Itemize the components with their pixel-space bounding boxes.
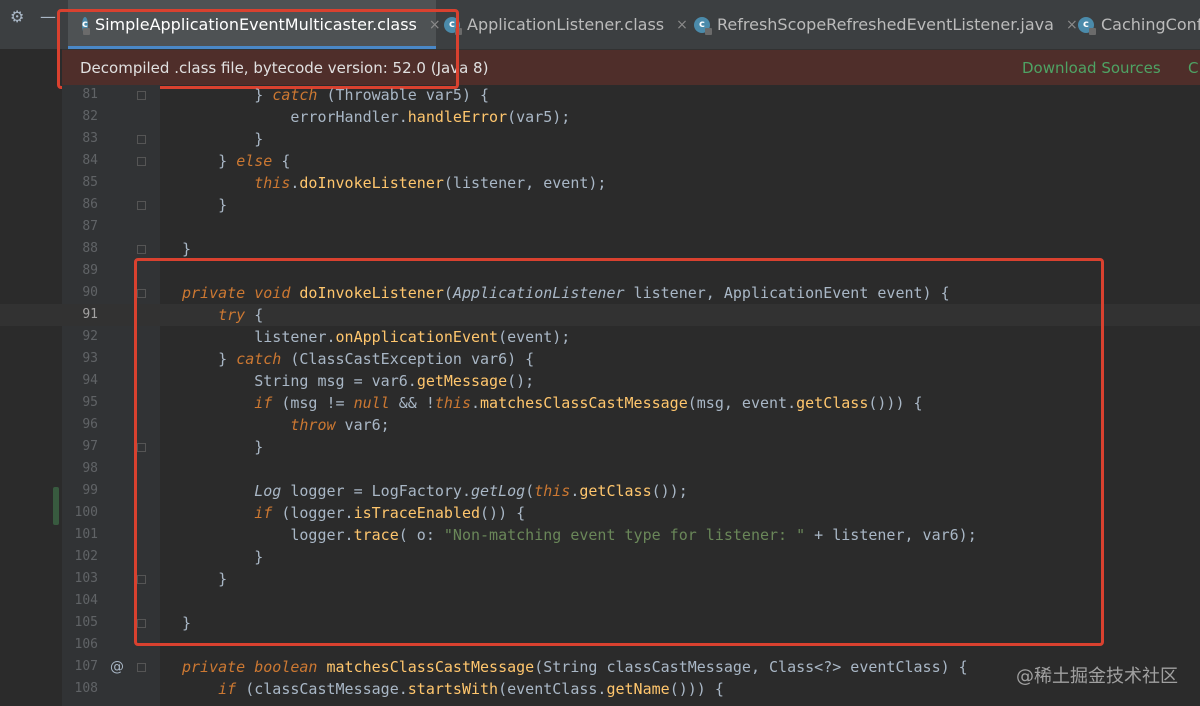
method-highlight-annotation [134,258,1104,646]
code-text: } else { [182,152,291,170]
line-number: 92 [82,329,98,344]
line-number: 98 [82,461,98,476]
download-sources-link[interactable]: Download Sources [1022,59,1161,77]
line-number: 86 [82,197,98,212]
line-number: 108 [74,681,98,696]
line-number: 91 [82,307,98,322]
minus-icon[interactable]: — [40,9,56,25]
line-number: 101 [74,527,98,542]
code-text: } [182,240,192,258]
line-number: 99 [82,483,98,498]
line-number: 83 [82,131,98,146]
override-marker-icon[interactable]: @ [110,659,124,675]
code-line[interactable]: 87 [0,216,1200,238]
code-text: this.doInvokeListener(listener, event); [254,174,607,192]
line-number: 88 [82,241,98,256]
line-number: 105 [74,615,98,630]
fold-marker-icon[interactable] [137,157,146,166]
close-icon[interactable]: × [1066,17,1078,33]
fold-marker-icon[interactable] [137,201,146,210]
line-number: 90 [82,285,98,300]
line-number: 102 [74,549,98,564]
code-text: } [182,196,228,214]
tab-label: CachingConf [1101,15,1200,34]
tab-label: RefreshScopeRefreshedEventListener.java [717,15,1054,34]
line-number: 97 [82,439,98,454]
choose-sources-link[interactable]: C [1188,59,1198,77]
editor-toolbar: ⚙ — [0,0,62,49]
code-line[interactable]: 88} [0,238,1200,260]
tab-application-listener[interactable]: c ApplicationListener.class × [444,0,688,49]
tab-highlight-annotation [57,9,459,89]
line-number: 103 [74,571,98,586]
code-text: } [182,130,264,148]
code-text: errorHandler.handleError(var5); [182,108,571,126]
tab-label: ApplicationListener.class [467,15,665,34]
fold-marker-icon[interactable] [137,663,146,672]
line-number: 96 [82,417,98,432]
fold-marker-icon[interactable] [137,245,146,254]
fold-marker-icon[interactable] [137,619,146,628]
line-number: 85 [82,175,98,190]
line-number: 95 [82,395,98,410]
gear-icon[interactable]: ⚙ [10,9,24,25]
code-text: } catch (Throwable var5) { [182,86,490,104]
code-line[interactable]: 86 } [0,194,1200,216]
fold-marker-icon[interactable] [137,135,146,144]
line-number: 107 [74,659,98,674]
code-line[interactable]: 85 this.doInvokeListener(listener, event… [0,172,1200,194]
code-line[interactable]: 81 } catch (Throwable var5) { [0,85,1200,106]
line-number: 94 [82,373,98,388]
watermark: @稀土掘金技术社区 [1016,666,1178,687]
line-number: 104 [74,593,98,608]
code-line[interactable]: 82 errorHandler.handleError(var5); [0,106,1200,128]
class-file-icon: c [1078,16,1096,35]
class-file-icon: c [694,16,712,35]
line-number: 84 [82,153,98,168]
line-number: 100 [74,505,98,520]
code-line[interactable]: 84 } else { [0,150,1200,172]
code-line[interactable]: 83 } [0,128,1200,150]
vcs-change-marker [53,487,59,525]
tab-refresh-scope-listener[interactable]: c RefreshScopeRefreshedEventListener.jav… [694,0,1078,49]
fold-marker-icon[interactable] [137,443,146,452]
line-number: 93 [82,351,98,366]
line-number: 106 [74,637,98,652]
line-number: 89 [82,263,98,278]
line-number: 81 [82,87,98,102]
fold-marker-icon[interactable] [137,91,146,100]
fold-marker-icon[interactable] [137,575,146,584]
line-number: 87 [82,219,98,234]
code-text: private boolean matchesClassCastMessage(… [182,658,968,676]
fold-marker-icon[interactable] [137,289,146,298]
code-text: if (classCastMessage.startsWith(eventCla… [218,680,724,698]
line-number: 82 [82,109,98,124]
close-icon[interactable]: × [676,17,688,33]
tab-caching-conf[interactable]: c CachingConf [1078,0,1200,49]
